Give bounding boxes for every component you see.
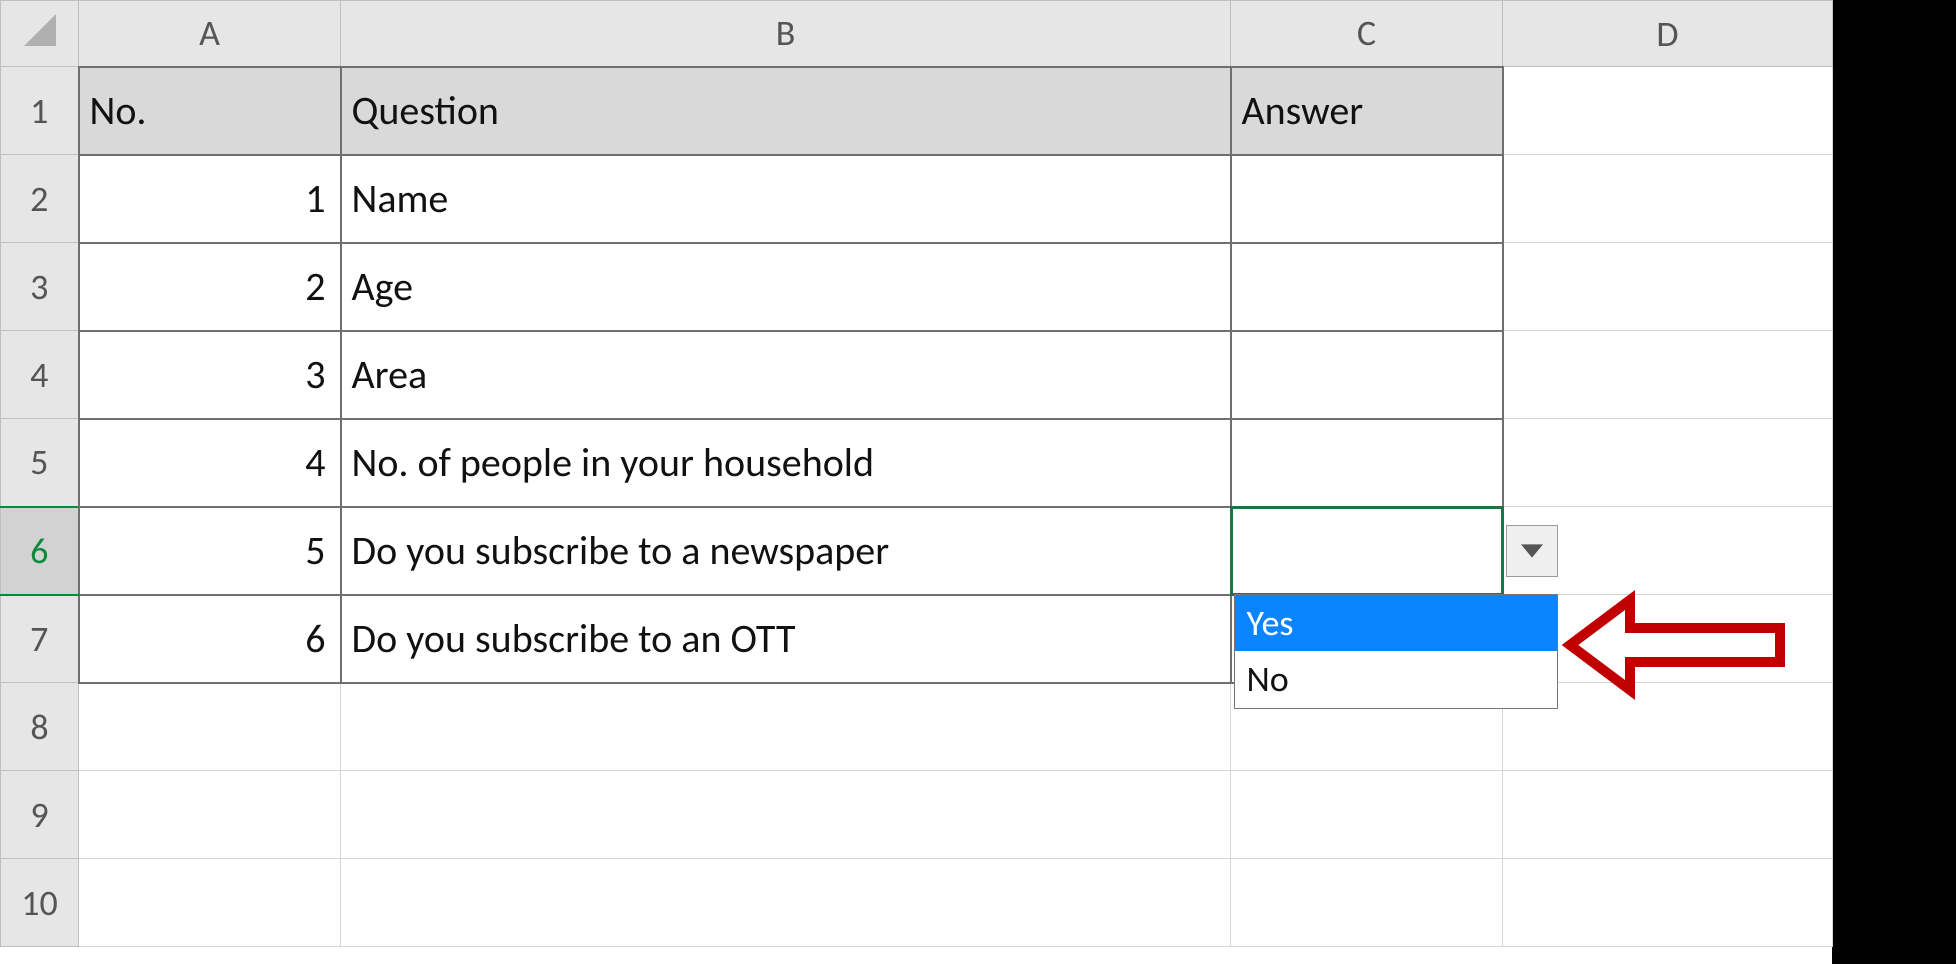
cell-D3[interactable] xyxy=(1503,243,1833,331)
cell-A8[interactable] xyxy=(79,683,341,771)
cell-D10[interactable] xyxy=(1503,859,1833,947)
dropdown-list[interactable]: Yes No xyxy=(1234,594,1558,709)
col-header-B[interactable]: B xyxy=(341,1,1231,67)
row-header-10[interactable]: 10 xyxy=(1,859,79,947)
cell-B2[interactable]: Name xyxy=(341,155,1231,243)
cell-B10[interactable] xyxy=(341,859,1231,947)
cell-B3[interactable]: Age xyxy=(341,243,1231,331)
row-6: 6 5 Do you subscribe to a newspaper Yes … xyxy=(1,507,1833,595)
row-header-2[interactable]: 2 xyxy=(1,155,79,243)
cell-D9[interactable] xyxy=(1503,771,1833,859)
row-header-3[interactable]: 3 xyxy=(1,243,79,331)
cell-A4[interactable]: 3 xyxy=(79,331,341,419)
cell-C9[interactable] xyxy=(1231,771,1503,859)
cell-C10[interactable] xyxy=(1231,859,1503,947)
row-10: 10 xyxy=(1,859,1833,947)
cell-B8[interactable] xyxy=(341,683,1231,771)
cell-B4[interactable]: Area xyxy=(341,331,1231,419)
cell-D4[interactable] xyxy=(1503,331,1833,419)
row-header-6[interactable]: 6 xyxy=(1,507,79,595)
row-header-1[interactable]: 1 xyxy=(1,67,79,155)
row-3: 3 2 Age xyxy=(1,243,1833,331)
cell-D1[interactable] xyxy=(1503,67,1833,155)
select-all-corner[interactable] xyxy=(1,1,79,67)
cell-D5[interactable] xyxy=(1503,419,1833,507)
cell-C5[interactable] xyxy=(1231,419,1503,507)
cell-C2[interactable] xyxy=(1231,155,1503,243)
dropdown-option-no[interactable]: No xyxy=(1235,651,1557,708)
cell-C4[interactable] xyxy=(1231,331,1503,419)
cell-A7[interactable]: 6 xyxy=(79,595,341,683)
row-header-8[interactable]: 8 xyxy=(1,683,79,771)
cell-B7[interactable]: Do you subscribe to an OTT xyxy=(341,595,1231,683)
cell-A9[interactable] xyxy=(79,771,341,859)
cell-C1[interactable]: Answer xyxy=(1231,67,1503,155)
cell-A5[interactable]: 4 xyxy=(79,419,341,507)
column-header-row: A B C D xyxy=(1,1,1833,67)
cell-A1[interactable]: No. xyxy=(79,67,341,155)
row-2: 2 1 Name xyxy=(1,155,1833,243)
row-8: 8 xyxy=(1,683,1833,771)
row-header-7[interactable]: 7 xyxy=(1,595,79,683)
row-7: 7 6 Do you subscribe to an OTT xyxy=(1,595,1833,683)
cell-C3[interactable] xyxy=(1231,243,1503,331)
cell-A2[interactable]: 1 xyxy=(79,155,341,243)
row-4: 4 3 Area xyxy=(1,331,1833,419)
col-header-C[interactable]: C xyxy=(1231,1,1503,67)
dropdown-option-yes[interactable]: Yes xyxy=(1235,595,1557,652)
cell-B6[interactable]: Do you subscribe to a newspaper xyxy=(341,507,1231,595)
cell-B5[interactable]: No. of people in your household xyxy=(341,419,1231,507)
row-1: 1 No. Question Answer xyxy=(1,67,1833,155)
col-header-A[interactable]: A xyxy=(79,1,341,67)
cell-B9[interactable] xyxy=(341,771,1231,859)
row-header-4[interactable]: 4 xyxy=(1,331,79,419)
row-header-5[interactable]: 5 xyxy=(1,419,79,507)
row-header-9[interactable]: 9 xyxy=(1,771,79,859)
row-9: 9 xyxy=(1,771,1833,859)
cell-A3[interactable]: 2 xyxy=(79,243,341,331)
row-5: 5 4 No. of people in your household xyxy=(1,419,1833,507)
cell-D2[interactable] xyxy=(1503,155,1833,243)
spreadsheet-area: A B C D 1 No. Question Answer 2 1 Name 3… xyxy=(0,0,1832,964)
spreadsheet-grid: A B C D 1 No. Question Answer 2 1 Name 3… xyxy=(0,0,1833,947)
cell-B1[interactable]: Question xyxy=(341,67,1231,155)
cell-C6[interactable]: Yes No xyxy=(1231,507,1503,595)
cell-A6[interactable]: 5 xyxy=(79,507,341,595)
cell-A10[interactable] xyxy=(79,859,341,947)
select-all-triangle-icon xyxy=(24,14,56,46)
cell-D6[interactable] xyxy=(1503,507,1833,595)
col-header-D[interactable]: D xyxy=(1503,1,1833,67)
